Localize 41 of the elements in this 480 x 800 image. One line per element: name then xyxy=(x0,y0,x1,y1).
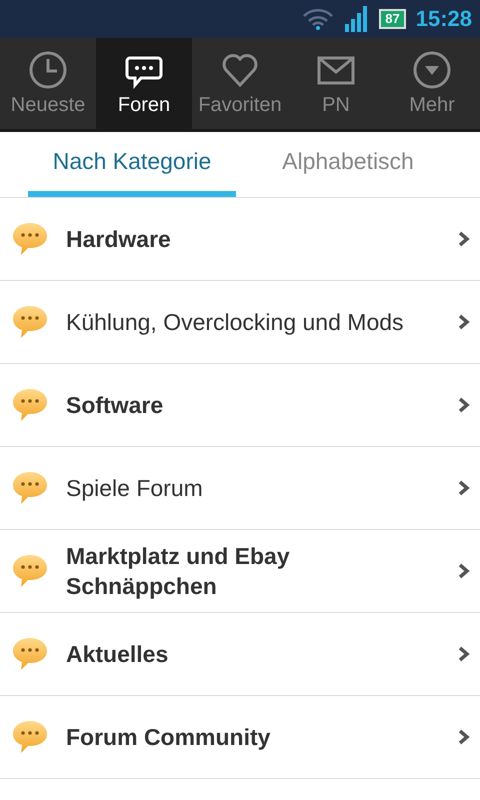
speech-bubble-icon xyxy=(12,388,48,422)
forum-row[interactable]: Forum Community xyxy=(0,696,480,779)
forum-row[interactable]: Marktplatz und Ebay Schnäppchen xyxy=(0,530,480,613)
forum-title: Spiele Forum xyxy=(66,474,204,503)
forum-title: Marktplatz und Ebay Schnäppchen xyxy=(66,542,291,601)
forum-row[interactable]: Aktuelles xyxy=(0,613,480,696)
clock-time: 15:28 xyxy=(416,6,472,32)
nav-tab[interactable]: Mehr xyxy=(384,38,480,129)
chevron-right-icon xyxy=(458,397,470,413)
category-tab[interactable]: Alphabetisch xyxy=(244,132,452,197)
forum-title: Software xyxy=(66,391,164,420)
speech-bubble-icon xyxy=(12,305,48,339)
nav-tab[interactable]: Foren xyxy=(96,38,192,129)
forum-title: Forum Community xyxy=(66,723,272,752)
forum-row[interactable]: Kühlung, Overclocking und Mods xyxy=(0,281,480,364)
speech-bubble-icon xyxy=(12,720,48,754)
forum-row[interactable]: Spiele Forum xyxy=(0,447,480,530)
nav-tab[interactable]: Neueste xyxy=(0,38,96,129)
dropdown-icon xyxy=(412,50,452,90)
chevron-right-icon xyxy=(458,563,470,579)
wifi-icon xyxy=(301,7,336,31)
nav-tab[interactable]: Favoriten xyxy=(192,38,288,129)
forum-row[interactable]: Software xyxy=(0,364,480,447)
chevron-right-icon xyxy=(458,231,470,247)
forum-title: Kühlung, Overclocking und Mods xyxy=(66,308,405,337)
speech-bubble-icon xyxy=(12,471,48,505)
speech-bubble-icon xyxy=(12,554,48,588)
signal-icon xyxy=(345,6,370,32)
forum-title: Aktuelles xyxy=(66,640,170,669)
forum-row[interactable]: Hardware xyxy=(0,198,480,281)
chevron-right-icon xyxy=(458,646,470,662)
clock-icon xyxy=(28,50,68,90)
speech-bubble-icon xyxy=(12,637,48,671)
chevron-right-icon xyxy=(458,314,470,330)
battery-icon: 87 xyxy=(379,9,406,29)
forum-title: Hardware xyxy=(66,225,172,254)
speech-bubble-icon xyxy=(12,222,48,256)
nav-tab[interactable]: PN xyxy=(288,38,384,129)
chevron-right-icon xyxy=(458,729,470,745)
chevron-right-icon xyxy=(458,480,470,496)
category-tab[interactable]: Nach Kategorie xyxy=(28,132,236,197)
